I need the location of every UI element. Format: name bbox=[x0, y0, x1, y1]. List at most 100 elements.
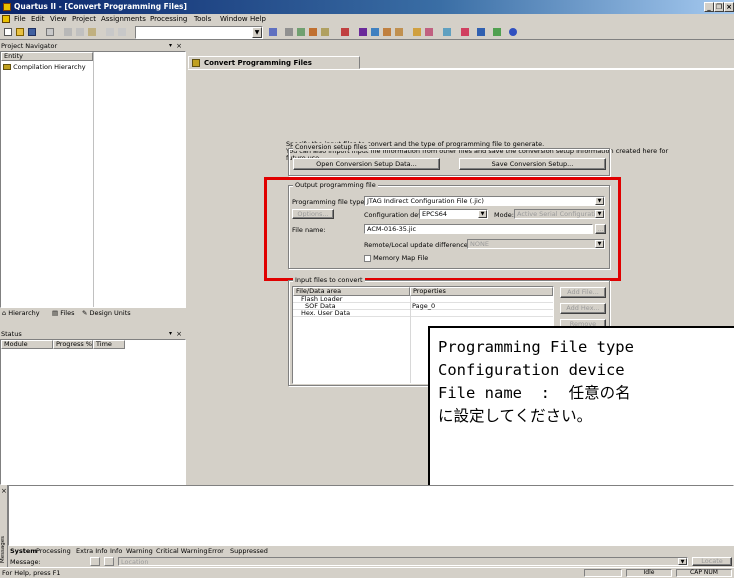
progress-column-header[interactable]: Progress % bbox=[53, 340, 93, 349]
compilation-hierarchy-item[interactable]: Compilation Hierarchy bbox=[3, 63, 86, 71]
tab-hierarchy[interactable]: ⌂ Hierarchy bbox=[2, 309, 40, 317]
locate-button[interactable]: Locate bbox=[692, 557, 732, 566]
print-icon[interactable] bbox=[45, 27, 55, 37]
menu-project[interactable]: Project bbox=[72, 15, 96, 23]
message-bar: Message: Location ▼ Locate bbox=[8, 556, 734, 567]
messages-side-label: Messages bbox=[0, 536, 6, 563]
design-assistant-icon[interactable] bbox=[320, 27, 330, 37]
rtl-viewer-icon[interactable] bbox=[460, 27, 470, 37]
tab-extra-info[interactable]: Extra Info bbox=[76, 547, 108, 555]
stop-icon[interactable] bbox=[340, 27, 350, 37]
menu-file[interactable]: File bbox=[14, 15, 26, 23]
tab-files-label: Files bbox=[60, 309, 75, 317]
instruction-note: Programming File type Configuration devic… bbox=[428, 326, 734, 508]
tab-strip-filler bbox=[360, 56, 734, 69]
simulator-icon[interactable] bbox=[424, 27, 434, 37]
timing-analyzer-icon[interactable] bbox=[412, 27, 422, 37]
menu-view[interactable]: View bbox=[50, 15, 67, 23]
location-field[interactable]: Location ▼ bbox=[118, 557, 688, 566]
tab-critical-warning[interactable]: Critical Warning bbox=[156, 547, 208, 555]
new-file-icon[interactable] bbox=[3, 27, 13, 37]
chevron-down-icon[interactable]: ▼ bbox=[252, 27, 262, 38]
tab-error[interactable]: Error bbox=[208, 547, 224, 555]
tab-convert-programming-files[interactable]: Convert Programming Files bbox=[188, 56, 360, 69]
pin-planner-icon[interactable] bbox=[284, 27, 294, 37]
properties-column[interactable]: Properties bbox=[410, 287, 553, 296]
help-icon[interactable] bbox=[508, 27, 518, 37]
conversion-setup-label: Conversion setup files bbox=[293, 143, 370, 151]
tab-label: Convert Programming Files bbox=[204, 59, 312, 67]
tab-hierarchy-label: Hierarchy bbox=[8, 309, 40, 317]
entity-column-header[interactable]: Entity bbox=[1, 52, 93, 61]
highlight-rectangle bbox=[264, 177, 621, 281]
programmer-icon[interactable] bbox=[442, 27, 452, 37]
project-navigator-title: Project Navigator bbox=[1, 42, 58, 50]
input-files-label: Input files to convert bbox=[293, 276, 365, 284]
restore-button[interactable]: ❐ bbox=[714, 2, 724, 12]
redo-icon[interactable] bbox=[117, 27, 127, 37]
menu-assignments[interactable]: Assignments bbox=[101, 15, 146, 23]
messages-list[interactable] bbox=[8, 485, 734, 546]
tab-processing[interactable]: Processing bbox=[36, 547, 71, 555]
menu-bar: File Edit View Project Assignments Proce… bbox=[0, 14, 734, 25]
table-cell-props: Page_0 bbox=[412, 302, 436, 310]
time-column-header[interactable]: Time bbox=[93, 340, 125, 349]
pin-icon[interactable]: ▾ bbox=[169, 330, 172, 337]
start-compilation-icon[interactable] bbox=[358, 27, 368, 37]
menu-processing[interactable]: Processing bbox=[150, 15, 187, 23]
assembler-icon[interactable] bbox=[394, 27, 404, 37]
chip-editor-icon[interactable] bbox=[476, 27, 486, 37]
add-file-button[interactable]: Add File... bbox=[560, 287, 606, 298]
tab-design-units[interactable]: ✎ Design Units bbox=[82, 309, 131, 317]
hierarchy-combo[interactable]: ▼ bbox=[135, 26, 263, 39]
table-cell-name: Hex. User Data bbox=[301, 309, 351, 317]
menu-help[interactable]: Help bbox=[250, 15, 266, 23]
previous-message-icon[interactable] bbox=[90, 557, 100, 566]
tab-suppressed[interactable]: Suppressed bbox=[230, 547, 268, 555]
note-line: Programming File type bbox=[438, 338, 634, 356]
settings-icon[interactable] bbox=[268, 27, 278, 37]
window-title: Quartus II - [Convert Programming Files] bbox=[14, 2, 187, 11]
open-conversion-setup-button[interactable]: Open Conversion Setup Data... bbox=[293, 158, 440, 170]
copy-icon[interactable] bbox=[75, 27, 85, 37]
chip-planner-icon[interactable] bbox=[296, 27, 306, 37]
close-button[interactable]: × bbox=[724, 2, 734, 12]
messages-side-bar: × Messages bbox=[0, 485, 8, 567]
note-line: File name : 任意の名 bbox=[438, 384, 631, 402]
project-navigator-header: Project Navigator ▾ × bbox=[0, 42, 186, 51]
fitter-icon[interactable] bbox=[382, 27, 392, 37]
menu-edit[interactable]: Edit bbox=[31, 15, 45, 23]
table-row[interactable]: Hex. User Data bbox=[293, 310, 553, 317]
open-folder-icon[interactable] bbox=[15, 27, 25, 37]
chevron-down-icon[interactable]: ▼ bbox=[678, 558, 687, 565]
close-icon[interactable]: × bbox=[1, 487, 7, 495]
add-hex-button[interactable]: Add Hex... bbox=[560, 303, 606, 314]
tab-info[interactable]: Info bbox=[110, 547, 122, 555]
megawizard-icon[interactable] bbox=[492, 27, 502, 37]
module-column-header[interactable]: Module bbox=[1, 340, 53, 349]
assignment-editor-icon[interactable] bbox=[308, 27, 318, 37]
close-icon[interactable]: × bbox=[176, 42, 182, 50]
compilation-hierarchy-label: Compilation Hierarchy bbox=[13, 63, 86, 71]
menu-window[interactable]: Window bbox=[220, 15, 248, 23]
column-divider bbox=[410, 296, 411, 383]
analysis-icon[interactable] bbox=[370, 27, 380, 37]
save-icon[interactable] bbox=[27, 27, 37, 37]
pin-icon[interactable]: ▾ bbox=[169, 42, 172, 49]
document-icon[interactable] bbox=[2, 15, 10, 23]
undo-icon[interactable] bbox=[105, 27, 115, 37]
cut-icon[interactable] bbox=[63, 27, 73, 37]
tab-files[interactable]: ▤ Files bbox=[52, 309, 74, 317]
minimize-button[interactable]: _ bbox=[704, 2, 714, 12]
paste-icon[interactable] bbox=[87, 27, 97, 37]
menu-tools[interactable]: Tools bbox=[194, 15, 211, 23]
tab-system[interactable]: System bbox=[10, 547, 37, 555]
project-navigator-panel: Entity Compilation Hierarchy bbox=[0, 51, 186, 308]
next-message-icon[interactable] bbox=[104, 557, 114, 566]
tab-design-units-label: Design Units bbox=[89, 309, 131, 317]
column-divider bbox=[93, 52, 94, 307]
messages-tabs: System Processing Extra Info Info Warnin… bbox=[8, 546, 734, 556]
close-icon[interactable]: × bbox=[176, 330, 182, 338]
tab-warning[interactable]: Warning bbox=[126, 547, 153, 555]
save-conversion-setup-button[interactable]: Save Conversion Setup... bbox=[459, 158, 606, 170]
